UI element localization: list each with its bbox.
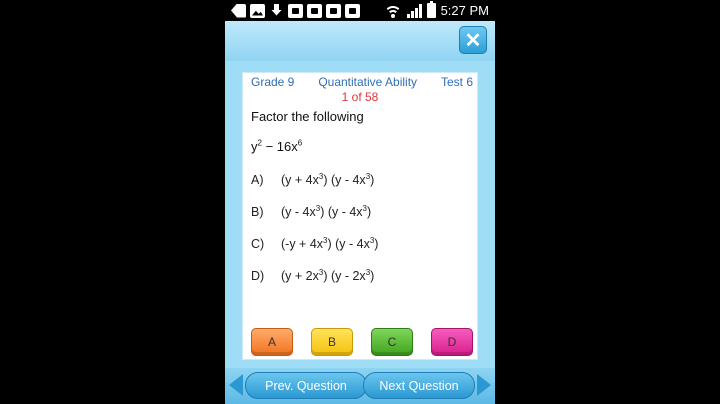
answer-c-button[interactable]: C xyxy=(371,328,413,356)
download-icon xyxy=(269,3,284,18)
question-card: Grade 9 Quantitative Ability Test 6 1 of… xyxy=(242,72,478,360)
option-letter: B) xyxy=(251,205,264,219)
question-expression: y2 − 16x6 xyxy=(251,138,303,154)
back-icon xyxy=(231,3,246,18)
option-text: (y - 4x3) (y - 4x3) xyxy=(281,203,372,219)
image-icon xyxy=(250,3,265,18)
subject-label: Quantitative Ability xyxy=(318,75,418,89)
close-icon: ✕ xyxy=(464,29,482,52)
top-header: ✕ xyxy=(225,21,495,61)
status-bar: 5:27 PM xyxy=(225,0,495,21)
wifi-icon xyxy=(383,4,402,18)
phone-screen: 5:27 PM ✕ Grade 9 Quantitative Ability T… xyxy=(225,0,495,404)
answer-d-button[interactable]: D xyxy=(431,328,473,356)
arrow-right-icon[interactable] xyxy=(477,374,491,396)
grade-label: Grade 9 xyxy=(251,75,295,89)
status-indicators: 5:27 PM xyxy=(383,1,489,19)
option-text: (-y + 4x3) (y - 4x3) xyxy=(281,235,379,251)
app-icon xyxy=(307,3,322,18)
option-letter: D) xyxy=(251,269,265,283)
app-icon xyxy=(345,3,360,18)
answer-options: A) (y + 4x3) (y - 4x3) B) (y - 4x3) (y -… xyxy=(251,171,471,301)
status-time: 5:27 PM xyxy=(440,3,489,18)
close-button[interactable]: ✕ xyxy=(459,26,487,54)
battery-icon xyxy=(426,1,436,18)
option-c[interactable]: C) (-y + 4x3) (y - 4x3) xyxy=(251,235,471,269)
option-text: (y + 2x3) (y - 2x3) xyxy=(281,267,375,283)
arrow-left-icon[interactable] xyxy=(229,374,243,396)
answer-a-button[interactable]: A xyxy=(251,328,293,356)
question-prompt: Factor the following xyxy=(251,109,364,124)
option-text: (y + 4x3) (y - 4x3) xyxy=(281,171,375,187)
app-icon xyxy=(326,3,341,18)
app-icon xyxy=(288,3,303,18)
option-b[interactable]: B) (y - 4x3) (y - 4x3) xyxy=(251,203,471,237)
option-letter: C) xyxy=(251,237,265,251)
notification-icons xyxy=(231,3,360,18)
question-counter: 1 of 58 xyxy=(341,90,379,104)
next-question-button[interactable]: Next Question xyxy=(363,372,475,399)
option-letter: A) xyxy=(251,173,264,187)
prev-question-button[interactable]: Prev. Question xyxy=(245,372,367,399)
answer-buttons: A B C D xyxy=(251,328,473,356)
quiz-meta: Grade 9 Quantitative Ability Test 6 xyxy=(251,75,473,89)
test-label: Test 6 xyxy=(440,75,473,89)
bottom-nav: Prev. Question Next Question xyxy=(225,368,495,404)
option-a[interactable]: A) (y + 4x3) (y - 4x3) xyxy=(251,171,471,205)
answer-b-button[interactable]: B xyxy=(311,328,353,356)
signal-icon xyxy=(406,3,422,18)
option-d[interactable]: D) (y + 2x3) (y - 2x3) xyxy=(251,267,471,301)
